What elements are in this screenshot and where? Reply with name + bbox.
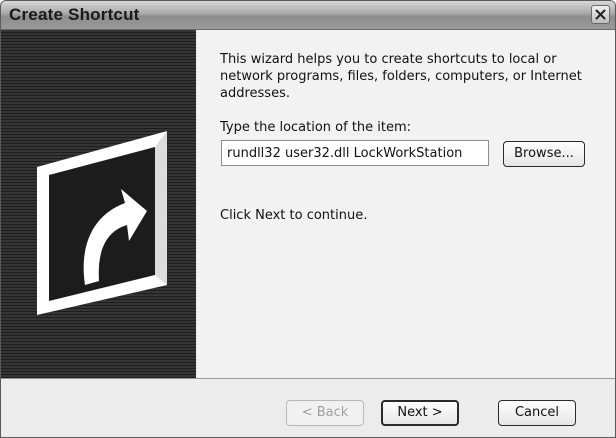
location-input[interactable] (221, 140, 489, 166)
wizard-content: This wizard helps you to create shortcut… (197, 30, 615, 378)
wizard-footer: < Back Next > Cancel (1, 378, 615, 437)
location-label: Type the location of the item: (220, 120, 412, 135)
browse-button[interactable]: Browse... (503, 141, 585, 167)
cancel-button[interactable]: Cancel (498, 400, 576, 426)
close-button[interactable] (591, 5, 610, 24)
shortcut-arrow-icon (37, 131, 167, 315)
title-bar[interactable]: Create Shortcut (1, 1, 615, 30)
close-icon (595, 9, 606, 20)
next-button[interactable]: Next > (381, 400, 459, 426)
intro-text: This wizard helps you to create shortcut… (220, 52, 582, 101)
wizard-side-panel (1, 30, 196, 378)
create-shortcut-dialog: Create Shortcut This wizard helps you to… (0, 0, 616, 438)
continue-text: Click Next to continue. (220, 208, 368, 223)
back-button: < Back (286, 400, 364, 426)
dialog-title: Create Shortcut (9, 5, 140, 24)
